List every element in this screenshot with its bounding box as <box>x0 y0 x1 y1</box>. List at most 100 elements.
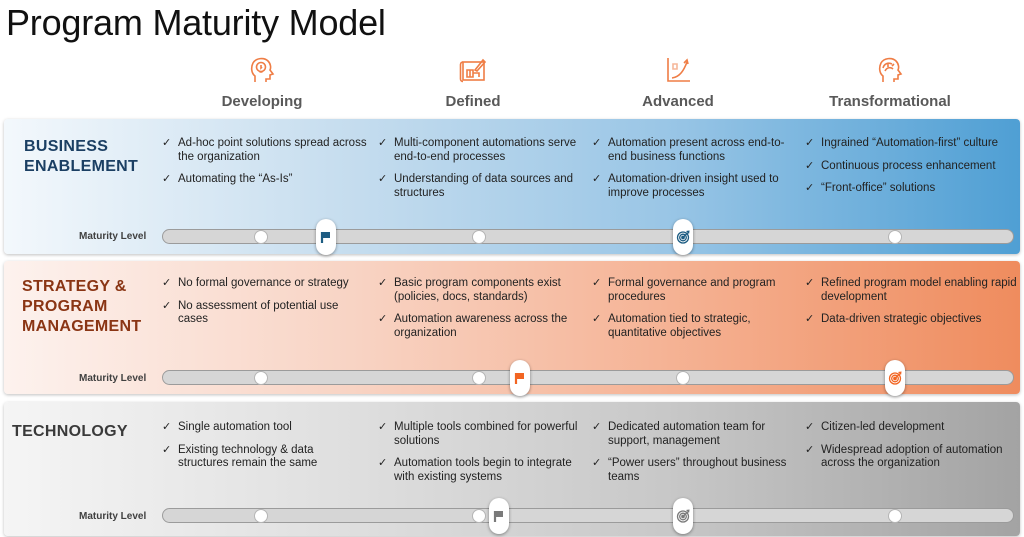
stage-label: Defined <box>445 93 501 110</box>
defined-column: ✓ Multi-component automations serve end-t… <box>378 137 583 209</box>
list-item: ✓ Automation-driven insight used to impro… <box>592 173 797 200</box>
checkmark-icon: ✓ <box>592 277 602 289</box>
item-text: Data-driven strategic objectives <box>821 313 982 325</box>
stage-dot-transformational <box>888 230 902 244</box>
item-text: Continuous process enhancement <box>821 159 996 172</box>
maturity-level-label: Maturity Level <box>79 511 147 522</box>
category-title: STRATEGY & PROGRAM MANAGEMENT <box>22 277 141 337</box>
target-icon <box>676 509 690 523</box>
list-item: ✓ Understanding of data sources and struc… <box>378 173 583 200</box>
flag-icon <box>321 232 331 243</box>
current-level-marker[interactable] <box>489 498 510 534</box>
checkmark-icon: ✓ <box>805 277 815 289</box>
maturity-slider-track[interactable] <box>162 219 1014 255</box>
checkmark-icon: ✓ <box>378 277 388 289</box>
checkmark-icon: ✓ <box>592 457 602 469</box>
checkmark-icon: ✓ <box>378 313 388 325</box>
target-icon <box>676 230 690 244</box>
checkmark-icon: ✓ <box>805 443 815 456</box>
flag-icon <box>494 511 504 522</box>
list-item: ✓ Data-driven strategic objectives <box>805 313 1020 327</box>
flag-icon <box>514 373 524 384</box>
checkmark-icon: ✓ <box>592 173 602 185</box>
stage-label: Transformational <box>829 93 951 110</box>
maturity-slider-track[interactable] <box>162 360 1014 396</box>
checkmark-icon: ✓ <box>805 137 815 149</box>
item-text: Understanding of data sources and struct… <box>394 173 574 199</box>
list-item: ✓ Widespread adoption of automation acros… <box>805 444 1020 471</box>
list-item: ✓ No assessment of potential use cases <box>162 300 367 327</box>
category-title-line: BUSINESS <box>24 138 109 155</box>
transformational-column: ✓ Ingrained “Automation-first” culture ✓ C… <box>805 137 1020 205</box>
stage-dot-advanced <box>676 371 690 385</box>
developing-column: ✓ Single automation tool ✓ Existing techno… <box>162 421 367 480</box>
item-text: Automation awareness across the organiza… <box>394 313 568 339</box>
stage-dot-defined <box>472 230 486 244</box>
list-item: ✓ Automation present across end-to-end bu… <box>592 137 797 164</box>
checkmark-icon: ✓ <box>162 137 172 149</box>
list-item: ✓ Citizen-led development <box>805 421 1020 435</box>
category-strategy-program-management: STRATEGY & PROGRAM MANAGEMENT ✓ No formal… <box>4 261 1020 396</box>
list-item: ✓ Ingrained “Automation-first” culture <box>805 137 1020 151</box>
list-item: ✓ Formal governance and program procedure… <box>592 277 797 304</box>
item-text: No formal governance or strategy <box>178 277 349 289</box>
checkmark-icon: ✓ <box>805 421 815 433</box>
item-text: Automating the “As-Is” <box>178 173 293 185</box>
defined-column: ✓ Multiple tools combined for powerful so… <box>378 421 583 493</box>
checkmark-icon: ✓ <box>378 137 388 149</box>
stage-label: Developing <box>221 93 303 110</box>
category-title-line: PROGRAM <box>22 298 108 315</box>
item-text: Ingrained “Automation-first” culture <box>821 137 999 149</box>
target-level-marker[interactable] <box>885 360 905 396</box>
stage-dot-transformational <box>888 509 902 523</box>
item-text: Multi-component automations serve end-to… <box>394 137 577 163</box>
stage-header-developing: Developing <box>162 55 362 110</box>
list-item: ✓ No formal governance or strategy <box>162 277 367 291</box>
item-text: Automation-driven insight used to improv… <box>608 173 779 199</box>
developing-column: ✓ Ad-hoc point solutions spread across th… <box>162 137 367 196</box>
target-level-marker[interactable] <box>673 498 693 534</box>
stage-dot-defined <box>472 371 486 385</box>
category-title-line: TECHNOLOGY <box>12 423 128 440</box>
checkmark-icon: ✓ <box>592 313 602 325</box>
list-item: ✓ Ad-hoc point solutions spread across th… <box>162 137 367 164</box>
category-title-line: STRATEGY & <box>22 278 127 295</box>
list-item: ✓ Basic program components exist (policie… <box>378 277 583 304</box>
list-item: ✓ Multiple tools combined for powerful so… <box>378 421 583 448</box>
checkmark-icon: ✓ <box>805 159 815 172</box>
maturity-level-label: Maturity Level <box>79 373 147 384</box>
item-text: No assessment of potential use cases <box>178 299 339 326</box>
advanced-column: ✓ Dedicated automation team for support, … <box>592 421 797 493</box>
head-brain-icon <box>878 57 903 82</box>
transformational-column: ✓ Citizen-led development ✓ Widespread ado… <box>805 421 1020 480</box>
item-text: Ad-hoc point solutions spread across the… <box>178 137 367 163</box>
target-level-marker[interactable] <box>673 219 693 255</box>
stage-dot-developing <box>254 230 268 244</box>
stage-label: Advanced <box>642 93 714 110</box>
developing-column: ✓ No formal governance or strategy ✓ No as… <box>162 277 367 336</box>
checkmark-icon: ✓ <box>162 443 172 456</box>
list-item: ✓ Multi-component automations serve end-t… <box>378 137 583 164</box>
item-text: “Front-office” solutions <box>821 182 936 194</box>
category-title-line: MANAGEMENT <box>22 318 142 335</box>
checkmark-icon: ✓ <box>378 457 388 469</box>
current-level-marker[interactable] <box>509 360 530 396</box>
current-level-marker[interactable] <box>316 219 337 255</box>
list-item: ✓ “Front-office” solutions <box>805 182 1020 196</box>
growth-chart-icon <box>667 58 690 82</box>
item-text: “Power users” throughout business teams <box>608 457 787 483</box>
target-icon <box>888 371 902 385</box>
item-text: Citizen-led development <box>821 421 945 433</box>
list-item: ✓ Automation awareness across the organiz… <box>378 313 583 340</box>
checkmark-icon: ✓ <box>162 173 172 185</box>
checkmark-icon: ✓ <box>162 277 172 289</box>
maturity-slider-track[interactable] <box>162 498 1014 534</box>
checkmark-icon: ✓ <box>378 421 388 433</box>
list-item: ✓ Existing technology & data structures r… <box>162 444 367 471</box>
blueprint-icon <box>459 58 487 83</box>
stage-header-advanced: Advanced <box>578 55 778 110</box>
checkmark-icon: ✓ <box>805 182 815 194</box>
stage-dot-defined <box>472 509 486 523</box>
category-technology: TECHNOLOGY ✓ Single automation tool ✓ Exis… <box>4 402 1020 536</box>
list-item: ✓ Automating the “As-Is” <box>162 173 367 187</box>
